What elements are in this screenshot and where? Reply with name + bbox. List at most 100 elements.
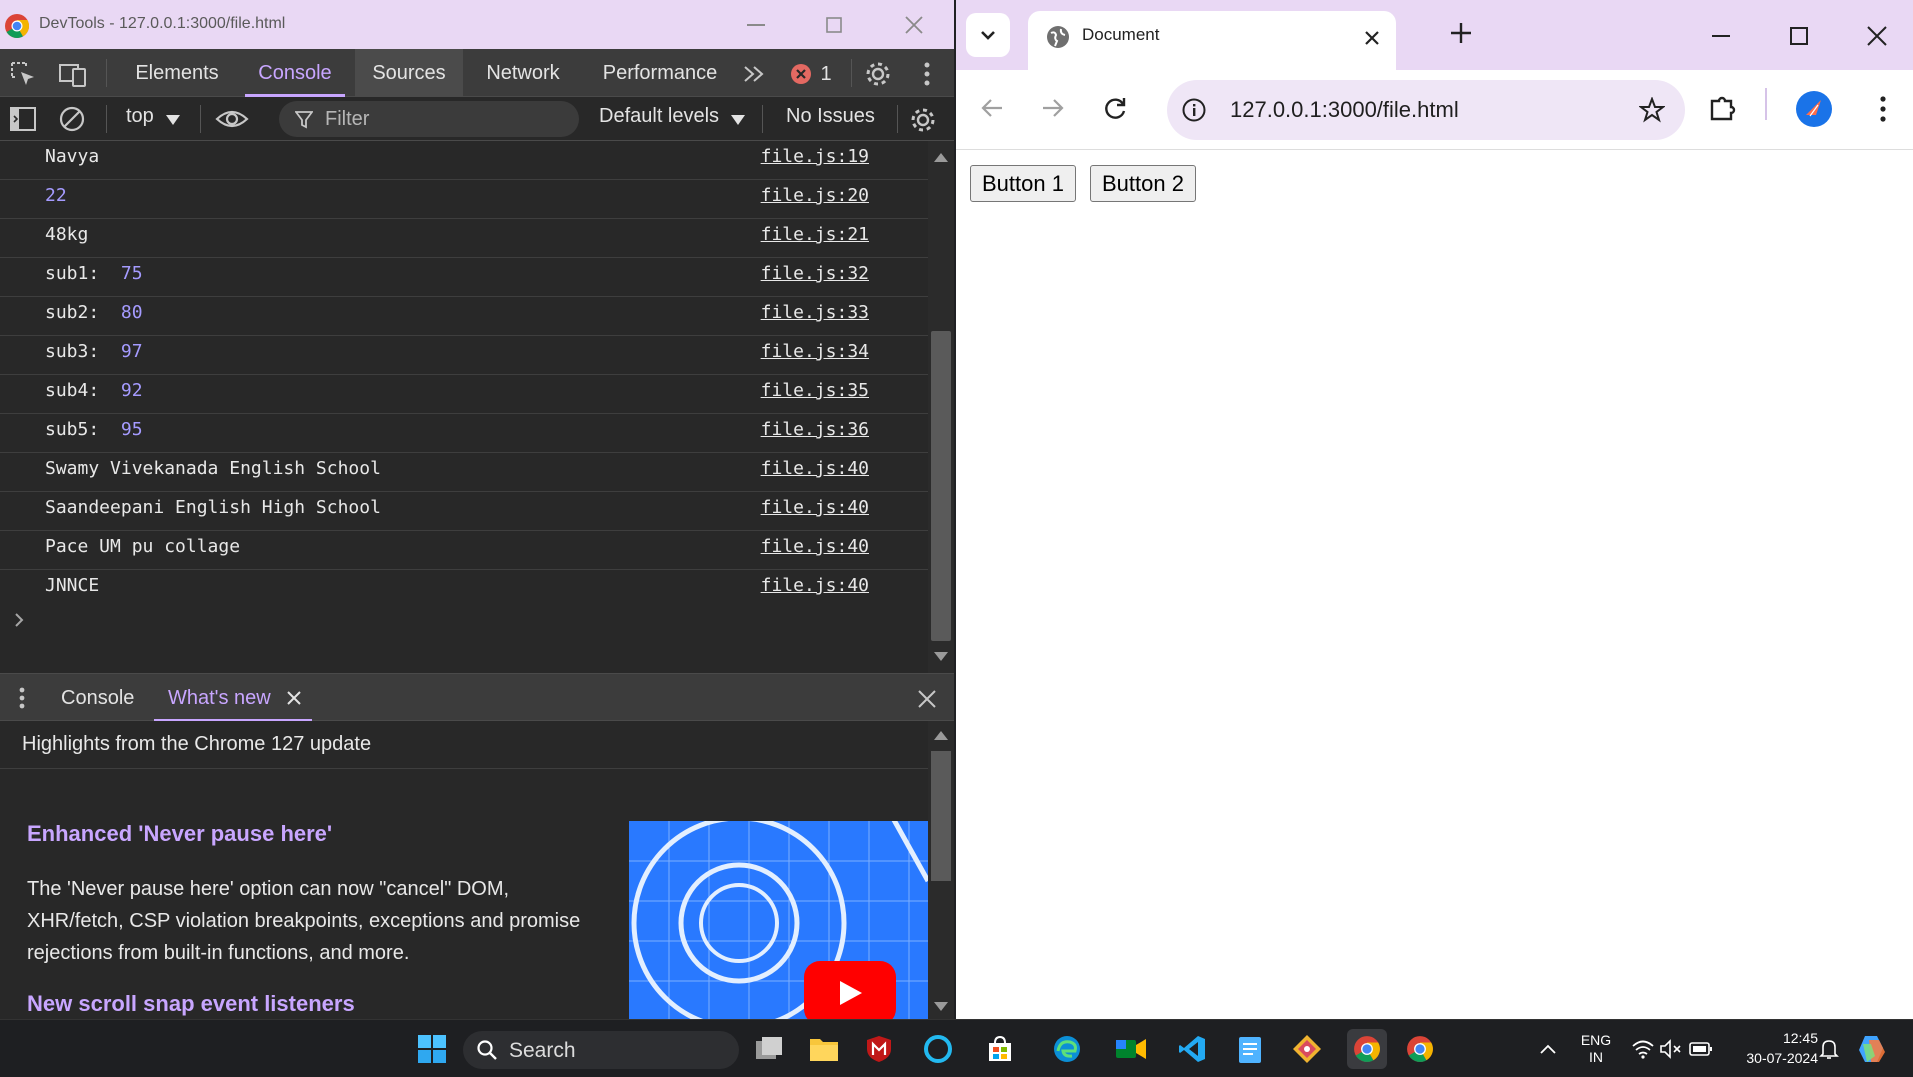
- start-button[interactable]: [415, 1032, 449, 1066]
- console-source-link[interactable]: file.js:20: [761, 185, 869, 206]
- notepad-button[interactable]: [1233, 1032, 1267, 1066]
- store-button[interactable]: [983, 1032, 1017, 1066]
- chrome-taskbar-button[interactable]: [1403, 1032, 1437, 1066]
- clock[interactable]: 12:45 30-07-2024: [1722, 1028, 1818, 1068]
- scroll-down-arrow-icon[interactable]: [934, 1002, 948, 1011]
- extensions-button[interactable]: [1708, 92, 1742, 126]
- play-button[interactable]: [804, 961, 896, 1019]
- close-tab-icon[interactable]: [1365, 31, 1379, 45]
- edge-button[interactable]: [1050, 1032, 1084, 1066]
- inspect-element-button[interactable]: [8, 59, 38, 89]
- tab-console[interactable]: Console: [245, 49, 345, 97]
- volume-button[interactable]: [1654, 1032, 1688, 1066]
- console-scrollbar[interactable]: [928, 141, 954, 673]
- scroll-down-arrow-icon[interactable]: [934, 652, 948, 661]
- console-source-link[interactable]: file.js:21: [761, 224, 869, 245]
- new-tab-button[interactable]: [1450, 22, 1478, 50]
- file-explorer-button[interactable]: [807, 1032, 841, 1066]
- drawer-tab-console[interactable]: Console: [61, 674, 134, 722]
- store-icon: [989, 1035, 1011, 1061]
- settings-button[interactable]: [862, 58, 894, 90]
- minimize-icon: [1712, 35, 1730, 37]
- battery-button[interactable]: [1684, 1032, 1718, 1066]
- profile-avatar[interactable]: [1796, 91, 1832, 127]
- maximize-button[interactable]: [804, 8, 864, 42]
- tab-search-button[interactable]: [966, 13, 1010, 57]
- address-bar[interactable]: 127.0.0.1:3000/file.html: [1167, 80, 1685, 140]
- star-icon[interactable]: [1639, 97, 1665, 123]
- error-count-button[interactable]: 1: [786, 61, 836, 87]
- show-hidden-icons-button[interactable]: [1531, 1032, 1565, 1066]
- git-app-button[interactable]: [1290, 1032, 1324, 1066]
- video-thumbnail[interactable]: [629, 821, 928, 1019]
- browser-close-button[interactable]: [1862, 24, 1892, 48]
- more-tabs-button[interactable]: [739, 59, 769, 89]
- filter-icon: [295, 111, 313, 129]
- scrollbar-thumb[interactable]: [931, 751, 951, 881]
- tab-elements[interactable]: Elements: [119, 49, 235, 97]
- console-prompt-icon[interactable]: [14, 612, 24, 628]
- language-indicator[interactable]: ENG IN: [1576, 1032, 1616, 1066]
- browser-menu-button[interactable]: [1873, 92, 1893, 126]
- page-button-1[interactable]: Button 1: [970, 165, 1076, 202]
- console-source-link[interactable]: file.js:19: [761, 146, 869, 167]
- scrollbar-thumb[interactable]: [931, 331, 951, 641]
- windows-icon: [418, 1035, 446, 1063]
- page-button-2[interactable]: Button 2: [1090, 165, 1196, 202]
- info-icon[interactable]: [1182, 98, 1206, 122]
- minimize-button[interactable]: [726, 8, 786, 42]
- console-row: 48kg file.js:21: [0, 219, 928, 258]
- clear-console-button[interactable]: [57, 104, 87, 134]
- reload-button[interactable]: [1102, 96, 1132, 126]
- scroll-up-arrow-icon[interactable]: [934, 731, 948, 740]
- scroll-up-arrow-icon[interactable]: [934, 153, 948, 162]
- console-source-link[interactable]: file.js:40: [761, 497, 869, 518]
- console-source-link[interactable]: file.js:40: [761, 536, 869, 557]
- browser-tab[interactable]: Document: [1028, 11, 1396, 70]
- device-toolbar-button[interactable]: [58, 59, 88, 89]
- console-row: sub1: 75 file.js:32: [0, 258, 928, 297]
- bell-icon: [1819, 1040, 1839, 1059]
- console-settings-button[interactable]: [907, 104, 939, 136]
- whats-new-item-title[interactable]: Enhanced 'Never pause here': [27, 821, 332, 847]
- drawer-menu-button[interactable]: [12, 684, 32, 712]
- browser-maximize-button[interactable]: [1784, 24, 1814, 48]
- device-mode-icon: [59, 64, 86, 87]
- cortana-button[interactable]: [921, 1032, 955, 1066]
- task-view-button[interactable]: [752, 1032, 786, 1066]
- console-source-link[interactable]: file.js:35: [761, 380, 869, 401]
- chrome-taskbar-button-active[interactable]: [1347, 1029, 1387, 1069]
- tab-performance[interactable]: Performance: [583, 49, 737, 97]
- close-drawer-button[interactable]: [912, 684, 942, 714]
- filter-input[interactable]: Filter: [279, 101, 579, 137]
- console-source-link[interactable]: file.js:33: [761, 302, 869, 323]
- meet-button[interactable]: [1114, 1032, 1148, 1066]
- drawer-tab-whats-new[interactable]: What's new: [154, 674, 312, 722]
- log-levels-dropdown[interactable]: Default levels: [590, 97, 750, 141]
- taskbar-search[interactable]: Search: [463, 1031, 739, 1069]
- live-expression-button[interactable]: [214, 104, 250, 134]
- tab-sources[interactable]: Sources: [355, 49, 463, 97]
- close-window-button[interactable]: [884, 8, 944, 42]
- console-source-link[interactable]: file.js:40: [761, 575, 869, 596]
- tab-network[interactable]: Network: [473, 49, 573, 97]
- console-source-link[interactable]: file.js:32: [761, 263, 869, 284]
- mcafee-button[interactable]: [862, 1032, 896, 1066]
- issues-label[interactable]: No Issues: [786, 105, 875, 128]
- back-button[interactable]: [980, 96, 1010, 126]
- console-source-link[interactable]: file.js:34: [761, 341, 869, 362]
- close-tab-icon[interactable]: [287, 691, 301, 705]
- vscode-button[interactable]: [1175, 1032, 1209, 1066]
- console-source-link[interactable]: file.js:36: [761, 419, 869, 440]
- browser-minimize-button[interactable]: [1706, 24, 1736, 48]
- whats-new-scrollbar[interactable]: [928, 721, 954, 1019]
- whats-new-item-title[interactable]: New scroll snap event listeners: [27, 991, 355, 1017]
- forward-button[interactable]: [1041, 96, 1071, 126]
- context-selector[interactable]: top: [118, 97, 188, 141]
- console-output: Navya file.js:19 22 file.js:20 48kg file…: [0, 141, 928, 673]
- notifications-button[interactable]: [1812, 1032, 1846, 1066]
- customize-menu-button[interactable]: [912, 59, 942, 89]
- show-sidebar-button[interactable]: [8, 104, 38, 134]
- console-source-link[interactable]: file.js:40: [761, 458, 869, 479]
- copilot-button[interactable]: [1856, 1032, 1890, 1066]
